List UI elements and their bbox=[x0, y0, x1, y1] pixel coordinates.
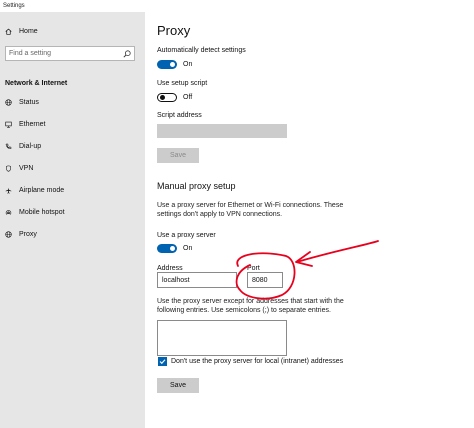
exceptions-description: Use the proxy server except for addresse… bbox=[157, 298, 344, 314]
vpn-icon bbox=[5, 165, 12, 172]
port-label: Port bbox=[247, 265, 260, 272]
search-input[interactable]: Find a setting bbox=[5, 46, 135, 61]
use-proxy-state: On bbox=[183, 245, 193, 252]
use-proxy-toggle[interactable] bbox=[157, 244, 177, 253]
auto-detect-state: On bbox=[183, 61, 193, 68]
toggle-knob bbox=[170, 62, 175, 67]
local-bypass-label: Don't use the proxy server for local (in… bbox=[171, 358, 344, 365]
use-proxy-label: Use a proxy server bbox=[157, 232, 216, 239]
auto-detect-toggle[interactable] bbox=[157, 60, 177, 69]
manual-proxy-description: Use a proxy server for Ethernet or Wi-Fi… bbox=[157, 202, 344, 218]
local-bypass-checkbox[interactable] bbox=[158, 357, 167, 366]
setup-script-state: Off bbox=[183, 94, 193, 101]
hotspot-icon bbox=[5, 209, 12, 216]
save-button[interactable]: Save bbox=[157, 378, 199, 393]
home-icon bbox=[5, 28, 12, 35]
port-input[interactable]: 8080 bbox=[247, 272, 283, 288]
phone-icon bbox=[5, 143, 12, 150]
sidebar-item-label: Dial-up bbox=[19, 142, 42, 150]
sidebar-item-label: Ethernet bbox=[19, 120, 46, 128]
sidebar-item-status[interactable]: Status bbox=[0, 91, 145, 113]
main-content: Proxy Automatically detect settings On U… bbox=[145, 12, 474, 428]
setup-script-toggle[interactable] bbox=[157, 93, 177, 102]
address-input[interactable]: localhost bbox=[157, 272, 237, 288]
sidebar-item-label: Status bbox=[19, 98, 39, 106]
script-address-input[interactable] bbox=[157, 124, 287, 138]
save-script-button[interactable]: Save bbox=[157, 148, 199, 163]
setup-script-label: Use setup script bbox=[157, 80, 208, 87]
sidebar-item-label: Proxy bbox=[19, 230, 37, 238]
sidebar-item-label: Airplane mode bbox=[19, 186, 65, 194]
sidebar-item-home[interactable]: Home bbox=[0, 20, 145, 42]
page-title: Proxy bbox=[157, 23, 191, 38]
sidebar-item-label: VPN bbox=[19, 164, 34, 172]
sidebar-item-airplane-mode[interactable]: Airplane mode bbox=[0, 179, 145, 201]
search-placeholder: Find a setting bbox=[9, 50, 52, 57]
monitor-icon bbox=[5, 121, 12, 128]
globe-icon bbox=[5, 230, 12, 238]
check-icon bbox=[159, 359, 166, 365]
sidebar-item-ethernet[interactable]: Ethernet bbox=[0, 113, 145, 135]
toggle-knob bbox=[170, 246, 175, 251]
sidebar: Home Find a setting Network & Internet S… bbox=[0, 12, 145, 428]
globe-icon bbox=[5, 98, 12, 106]
airplane-icon bbox=[5, 187, 12, 194]
sidebar-item-vpn[interactable]: VPN bbox=[0, 157, 145, 179]
sidebar-item-mobile-hotspot[interactable]: Mobile hotspot bbox=[0, 201, 145, 223]
search-icon bbox=[123, 50, 131, 58]
toggle-knob bbox=[160, 95, 165, 100]
sidebar-item-label: Home bbox=[19, 27, 38, 35]
sidebar-item-proxy[interactable]: Proxy bbox=[0, 223, 145, 245]
window-title: Settings bbox=[0, 0, 474, 12]
script-address-label: Script address bbox=[157, 112, 202, 119]
address-label: Address bbox=[157, 265, 183, 272]
auto-detect-label: Automatically detect settings bbox=[157, 47, 246, 54]
sidebar-item-label: Mobile hotspot bbox=[19, 208, 65, 216]
sidebar-item-dial-up[interactable]: Dial-up bbox=[0, 135, 145, 157]
manual-proxy-heading: Manual proxy setup bbox=[157, 181, 236, 191]
exceptions-textarea[interactable] bbox=[157, 320, 287, 356]
sidebar-section-title: Network & Internet bbox=[5, 80, 68, 87]
